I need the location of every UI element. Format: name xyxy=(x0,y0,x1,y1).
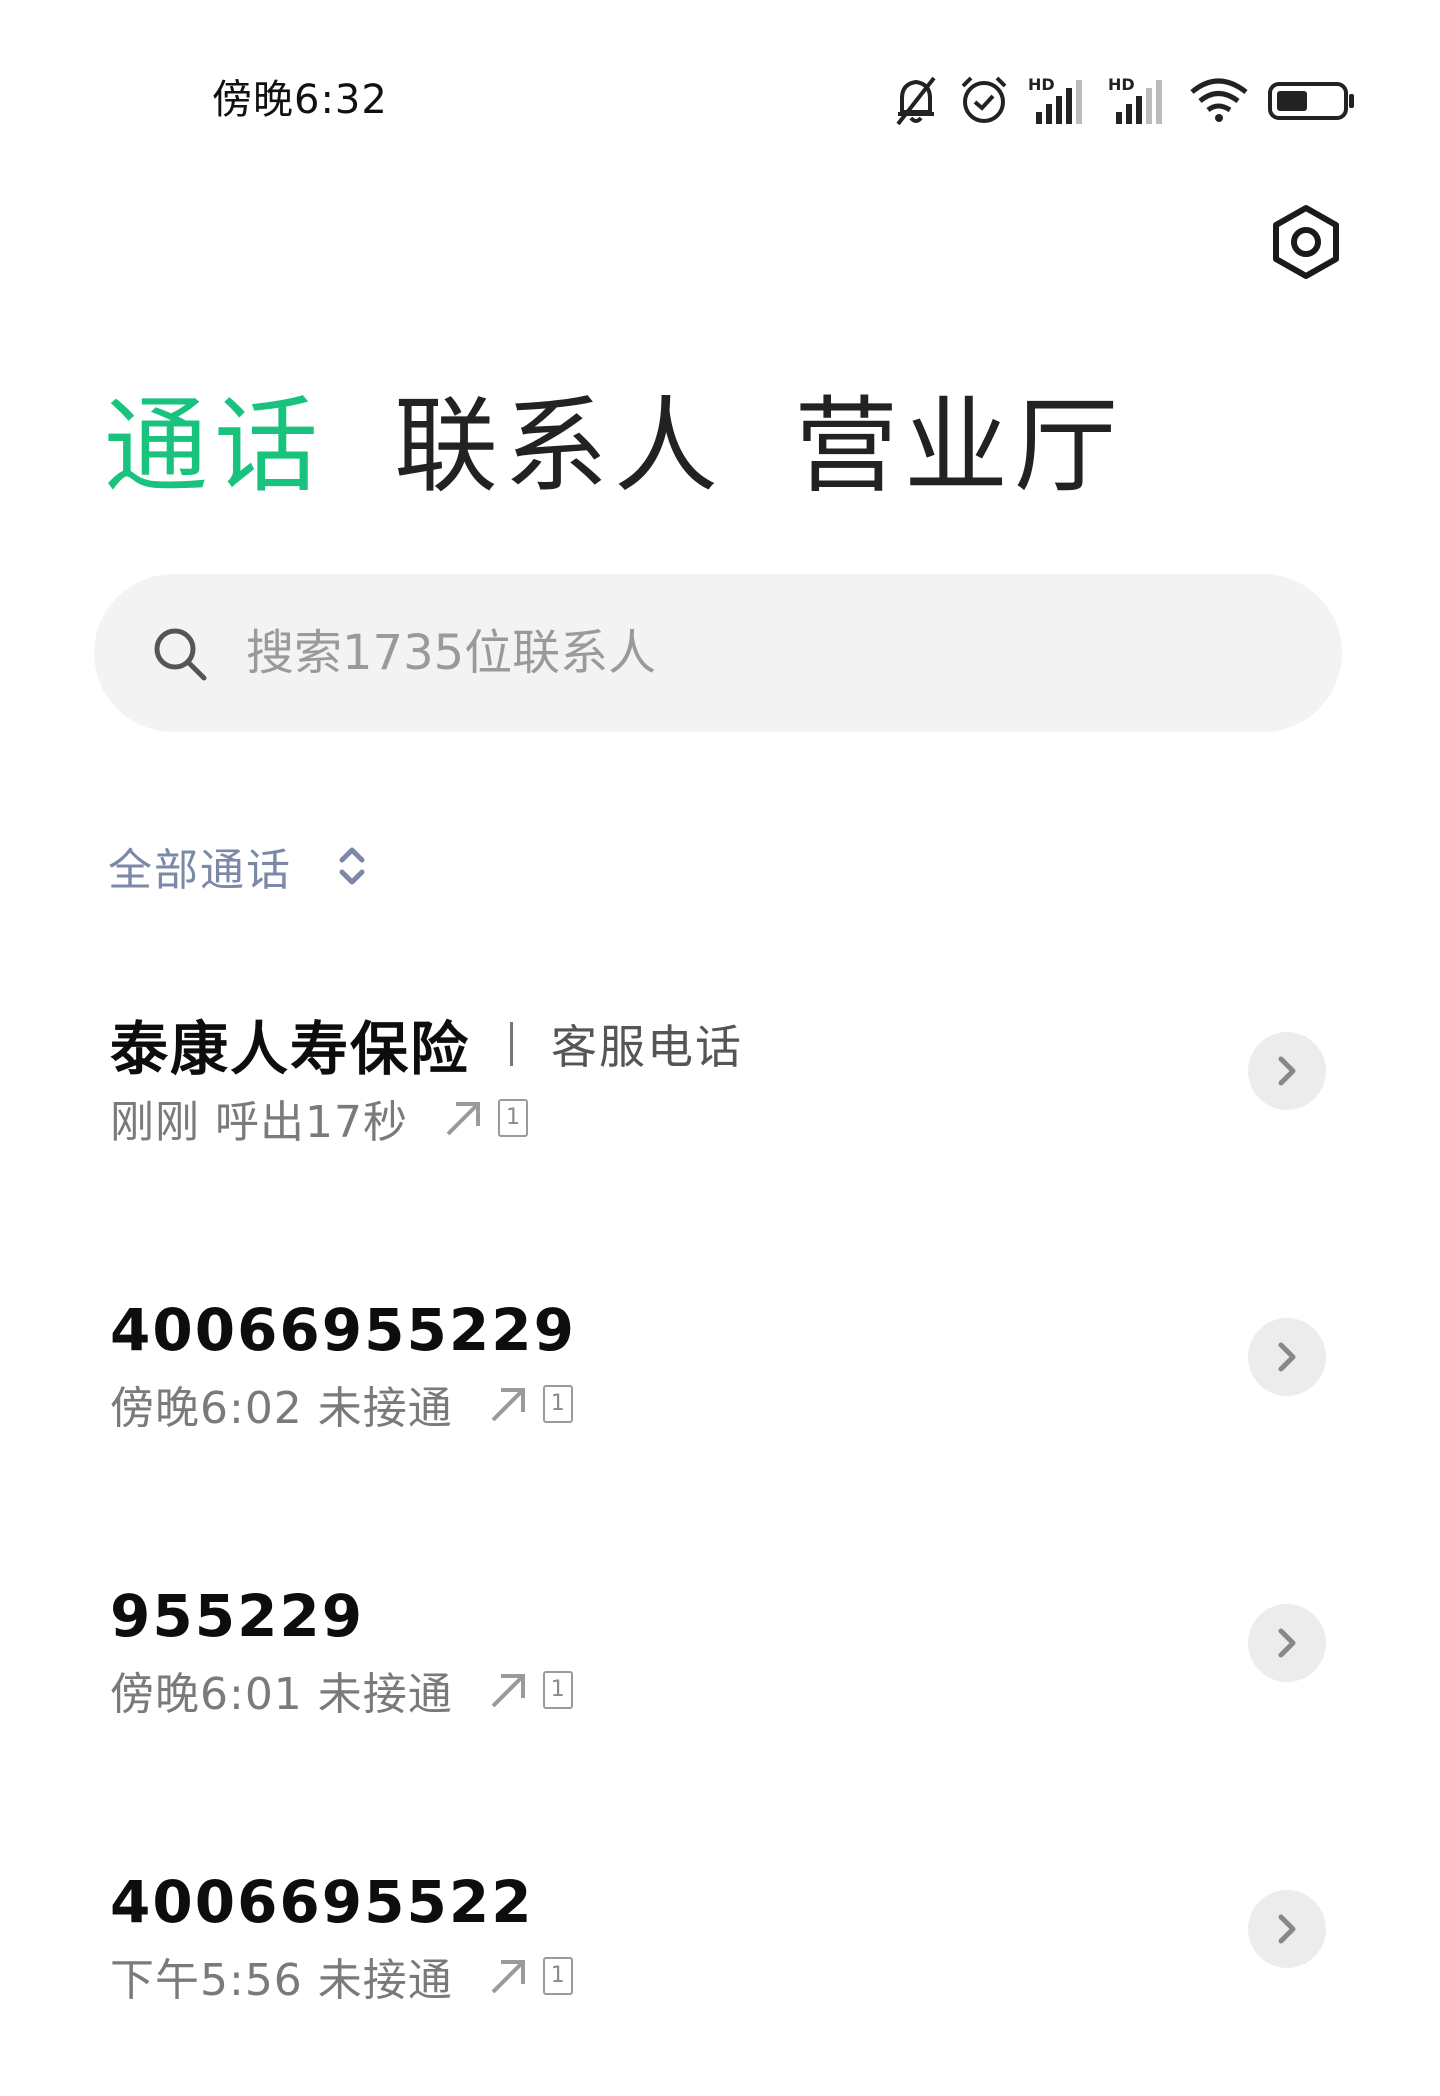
svg-text:HD: HD xyxy=(1108,75,1135,94)
hd-signal-icon: HD xyxy=(1028,75,1082,124)
alarm-icon xyxy=(961,76,1007,123)
sim-number: 1 xyxy=(550,1963,565,1988)
call-tag: 客服电话 xyxy=(551,1020,744,1074)
sim-card-icon: 1 xyxy=(542,1385,573,1423)
hd-signal-icon: HD xyxy=(1108,75,1162,124)
divider xyxy=(510,1022,514,1066)
call-log-item[interactable]: 4006695522 下午5:56 未接通 1 xyxy=(0,1862,1440,2096)
call-detail-button[interactable] xyxy=(1248,1604,1326,1682)
call-detail-button[interactable] xyxy=(1248,1318,1326,1396)
chevron-right-icon xyxy=(1278,1628,1296,1658)
status-icons: HD HD xyxy=(892,70,1356,130)
call-name: 955229 xyxy=(110,1582,365,1650)
settings-button[interactable] xyxy=(1264,200,1348,284)
call-detail-button[interactable] xyxy=(1248,1890,1326,1968)
call-meta-row: 刚刚 呼出17秒 1 xyxy=(110,1086,528,1150)
svg-text:HD: HD xyxy=(1028,75,1055,94)
call-meta-row: 傍晚6:02 未接通 1 xyxy=(110,1372,573,1436)
call-title-row: 泰康人寿保险 客服电话 xyxy=(110,1004,743,1084)
search-bar[interactable] xyxy=(94,574,1342,732)
call-title-row: 40066955229 xyxy=(110,1290,576,1370)
search-icon xyxy=(154,628,207,681)
call-title-row: 4006695522 xyxy=(110,1862,534,1942)
tab-calls[interactable]: 通话 xyxy=(104,382,324,510)
status-bar: 傍晚6:32 HD HD xyxy=(0,0,1440,200)
sim-card-icon: 1 xyxy=(542,1671,573,1709)
call-detail-button[interactable] xyxy=(1248,1032,1326,1110)
expand-collapse-icon xyxy=(339,847,365,885)
battery-icon xyxy=(1268,82,1354,120)
call-title-row: 955229 xyxy=(110,1576,364,1656)
outgoing-call-icon xyxy=(491,1960,525,1994)
search-input[interactable] xyxy=(246,574,1246,732)
call-name: 泰康人寿保险 xyxy=(110,1015,471,1083)
chevron-right-icon xyxy=(1278,1056,1296,1086)
call-filter-dropdown[interactable]: 全部通话 xyxy=(108,836,372,896)
call-meta: 傍晚6:02 未接通 xyxy=(110,1383,453,1434)
tab-service-hall[interactable]: 营业厅 xyxy=(794,382,1124,510)
tab-contacts[interactable]: 联系人 xyxy=(394,382,724,510)
call-meta: 傍晚6:01 未接通 xyxy=(110,1669,453,1720)
outgoing-call-icon xyxy=(446,1102,480,1136)
top-tabs: 通话 联系人 营业厅 xyxy=(104,376,1124,516)
sim-number: 1 xyxy=(550,1391,565,1416)
sim-number: 1 xyxy=(550,1677,565,1702)
dialer-screen: 傍晚6:32 HD HD 通话 联系人 营业厅 搜索1735位联系人 全部通话 … xyxy=(0,0,1440,2096)
call-meta: 下午5:56 未接通 xyxy=(110,1955,453,2006)
chevron-right-icon xyxy=(1278,1914,1296,1944)
outgoing-call-icon xyxy=(491,1388,525,1422)
chevron-right-icon xyxy=(1278,1342,1296,1372)
sim-card-icon: 1 xyxy=(542,1957,573,1995)
status-time: 傍晚6:32 xyxy=(212,77,388,123)
filter-label: 全部通话 xyxy=(108,845,292,896)
settings-icon xyxy=(1273,205,1339,279)
wifi-icon xyxy=(1190,78,1248,122)
sim-number: 1 xyxy=(505,1105,520,1130)
call-name: 40066955229 xyxy=(110,1296,576,1364)
sim-card-icon: 1 xyxy=(497,1099,528,1137)
bell-off-icon xyxy=(896,76,936,126)
call-meta: 刚刚 呼出17秒 xyxy=(110,1097,408,1148)
outgoing-call-icon xyxy=(491,1674,525,1708)
call-log-item[interactable]: 泰康人寿保险 客服电话 刚刚 呼出17秒 1 xyxy=(0,1004,1440,1244)
call-meta-row: 傍晚6:01 未接通 1 xyxy=(110,1658,573,1722)
call-meta-row: 下午5:56 未接通 1 xyxy=(110,1944,573,2008)
call-log-item[interactable]: 40066955229 傍晚6:02 未接通 1 xyxy=(0,1290,1440,1530)
call-log-item[interactable]: 955229 傍晚6:01 未接通 1 xyxy=(0,1576,1440,1816)
call-name: 4006695522 xyxy=(110,1868,534,1936)
